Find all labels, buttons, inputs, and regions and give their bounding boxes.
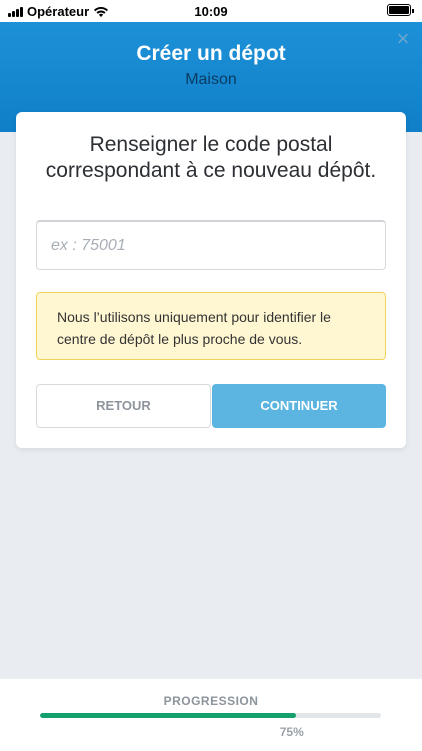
page-subtitle: Maison [185,71,237,88]
continue-button[interactable]: CONTINUER [212,384,386,428]
info-notice: Nous l’utilisons uniquement pour identif… [36,292,386,360]
progress-value: 75% [279,725,304,739]
postal-code-card: Renseigner le code postal correspondant … [16,112,406,448]
page-title: Créer un dépot [136,42,286,65]
status-bar: Opérateur 10:09 [0,0,422,22]
card-heading: Renseigner le code postal correspondant … [45,133,377,182]
progress-bar [40,713,381,718]
battery-icon [387,4,414,19]
progress-footer: PROGRESSION 75% [0,678,422,751]
progress-fill [40,713,296,718]
status-time: 10:09 [194,4,228,19]
back-button[interactable]: RETOUR [36,384,211,428]
progress-label: PROGRESSION [163,694,259,708]
postal-code-input[interactable] [36,220,386,270]
